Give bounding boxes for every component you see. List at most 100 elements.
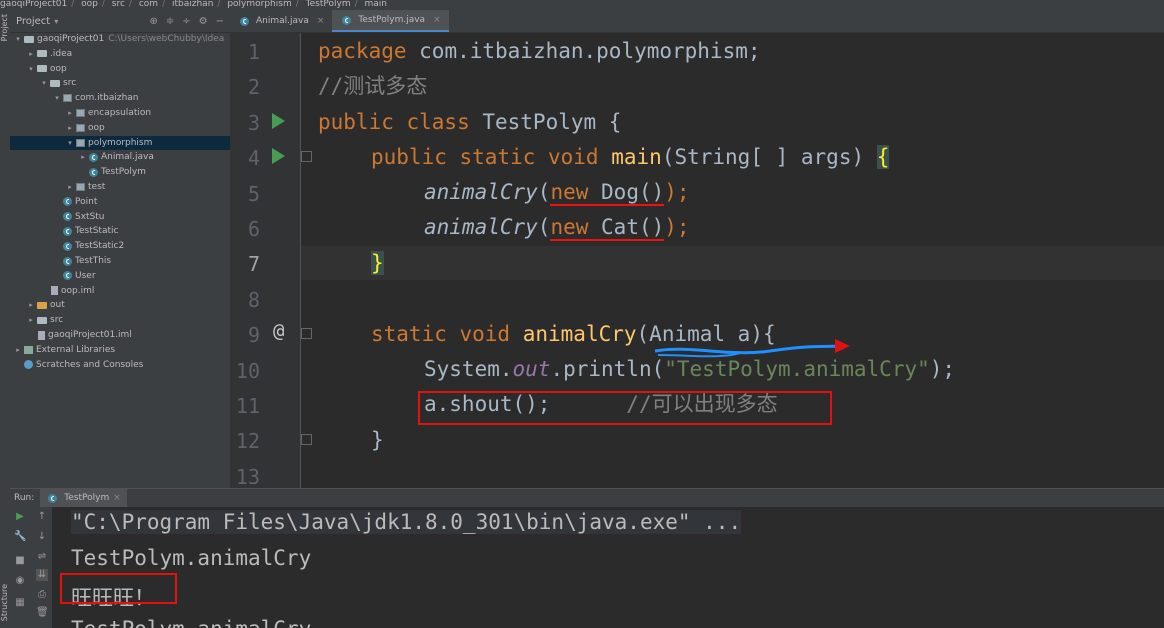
target-icon[interactable]: ⊕ — [149, 16, 157, 27]
breadcrumb-item[interactable]: TestPolym — [306, 0, 351, 9]
tree-item[interactable]: gaoqiProject01.iml — [10, 328, 230, 342]
chevron-right-icon[interactable]: ▸ — [27, 298, 35, 312]
line-number: 11 — [235, 394, 260, 418]
tree-item[interactable]: ▾ src — [10, 76, 230, 90]
minimize-icon[interactable]: − — [216, 16, 224, 27]
java-class-icon — [63, 226, 72, 236]
breadcrumb-item[interactable]: oop — [81, 0, 98, 9]
code-editor[interactable]: 1 2 3 4 5 6 7 8 9 10 11 12 13 @ package com.itbaizha… — [230, 33, 1164, 488]
package-icon — [63, 94, 72, 103]
tree-item[interactable]: TestPolym — [10, 165, 230, 179]
chevron-right-icon[interactable]: ▸ — [27, 313, 35, 327]
tree-item[interactable]: TestStatic2 — [10, 239, 230, 253]
chevron-down-icon[interactable]: ▾ — [27, 62, 35, 76]
tree-item[interactable]: ▸ .idea — [10, 47, 230, 61]
soft-wrap-icon[interactable]: ⇌ — [36, 551, 48, 563]
tree-item-label: External Libraries — [36, 344, 116, 355]
tree-item[interactable]: oop.iml — [10, 284, 230, 298]
chevron-right-icon[interactable]: ▸ — [66, 106, 74, 120]
line-number: 2 — [247, 75, 260, 100]
tree-item[interactable]: ▸ Animal.java — [10, 150, 230, 164]
tree-item[interactable]: ▸ test — [10, 180, 230, 194]
scroll-to-end-icon[interactable]: ⇊ — [36, 569, 48, 581]
wrench-icon[interactable]: 🔧 — [14, 531, 26, 543]
chevron-right-icon[interactable]: ▸ — [27, 47, 35, 61]
tree-item[interactable]: ▾ oop — [10, 62, 230, 76]
project-view-selector[interactable]: Project — [16, 16, 50, 27]
folder-icon — [37, 301, 47, 309]
red-annotation-box — [418, 391, 832, 425]
chevron-right-icon[interactable]: ▸ — [66, 121, 74, 135]
tree-item-label: gaoqiProject01.iml — [48, 330, 132, 340]
fold-marker-icon[interactable] — [301, 328, 312, 339]
tree-item-label: .idea — [50, 48, 73, 59]
print-icon[interactable]: ⎙ — [36, 589, 48, 601]
chevron-right-icon[interactable]: ▸ — [66, 180, 74, 194]
close-icon[interactable]: × — [113, 493, 121, 503]
run-main-icon[interactable] — [272, 148, 285, 164]
tree-item-label: TestThis — [75, 256, 112, 266]
tree-item[interactable]: ▾ gaoqiProject01 C:\Users\webChubby\Idea — [10, 32, 230, 46]
breadcrumb-item[interactable]: itbaizhan — [172, 0, 213, 9]
chevron-down-icon[interactable]: ▾ — [40, 76, 48, 90]
tree-item[interactable]: Point — [10, 195, 230, 209]
tree-item[interactable]: TestStatic — [10, 224, 230, 238]
trash-icon[interactable]: 🗑 — [36, 607, 49, 619]
expand-all-icon[interactable]: ÷ — [182, 16, 190, 27]
gear-icon[interactable]: ⚙ — [199, 16, 208, 27]
line-number: 4 — [247, 146, 260, 171]
java-class-icon — [342, 15, 352, 25]
tree-item-label: Scratches and Consoles — [36, 359, 144, 370]
close-icon[interactable]: × — [317, 16, 325, 26]
tree-item[interactable]: Scratches and Consoles — [10, 358, 230, 372]
structure-tool-button[interactable]: Structure — [0, 584, 10, 621]
tab-animal-java[interactable]: Animal.java × — [230, 10, 332, 32]
breadcrumb-item[interactable]: src — [112, 0, 125, 9]
tree-item[interactable]: User — [10, 269, 230, 283]
tree-item[interactable]: TestThis — [10, 254, 230, 268]
line-number: 10 — [235, 358, 260, 383]
run-tab[interactable]: TestPolym × — [40, 489, 127, 507]
rerun-icon[interactable]: ▶ — [14, 511, 26, 523]
close-icon[interactable]: × — [433, 15, 441, 25]
tree-item[interactable]: ▾ polymorphism — [10, 135, 230, 150]
override-marker-icon[interactable]: @ — [273, 320, 284, 342]
stop-icon[interactable]: ■ — [14, 555, 26, 567]
breadcrumb-item[interactable]: gaoqiProject01 — [0, 0, 67, 9]
chevron-down-icon[interactable]: ▾ — [14, 32, 22, 46]
breadcrumb-item[interactable]: main — [365, 0, 388, 9]
collapse-all-icon[interactable]: ≑ — [166, 16, 174, 27]
breadcrumb-item[interactable]: polymorphism — [227, 0, 291, 9]
down-arrow-icon[interactable]: ↓ — [36, 531, 48, 543]
chevron-down-icon[interactable]: ▾ — [54, 17, 58, 26]
tree-item[interactable]: SxtStu — [10, 210, 230, 224]
chevron-down-icon[interactable]: ▾ — [53, 91, 61, 105]
chevron-down-icon[interactable]: ▾ — [66, 136, 74, 150]
tree-item[interactable]: ▸ out — [10, 298, 230, 312]
run-console[interactable]: "C:\Program Files\Java\jdk1.8.0_301\bin\… — [52, 507, 1164, 628]
run-class-icon[interactable] — [272, 113, 285, 129]
line-number: 3 — [247, 110, 260, 135]
code-line-5: animalCry(new Dog()); — [424, 180, 690, 206]
tab-testpolym-java[interactable]: TestPolym.java × — [332, 10, 449, 32]
chevron-right-icon[interactable]: ▸ — [14, 343, 22, 357]
up-arrow-icon[interactable]: ↑ — [36, 511, 48, 523]
tree-item[interactable]: ▸ encapsulation — [10, 106, 230, 120]
tree-item[interactable]: ▸ src — [10, 313, 230, 327]
tree-item[interactable]: ▾ com.itbaizhan — [10, 91, 230, 105]
camera-icon[interactable]: ◉ — [14, 575, 26, 587]
tree-item-label: test — [88, 182, 106, 192]
tree-item[interactable]: ▸ oop — [10, 121, 230, 135]
tree-item-label: oop — [88, 122, 105, 133]
folder-icon — [24, 35, 34, 43]
chevron-right-icon[interactable]: ▸ — [79, 150, 87, 164]
project-tool-button[interactable]: Project — [0, 14, 10, 41]
fold-marker-icon[interactable] — [301, 151, 312, 162]
breadcrumb-item[interactable]: com — [139, 0, 158, 9]
folder-icon — [37, 50, 47, 58]
code-line-6: animalCry(new Cat()); — [424, 215, 690, 241]
tree-item[interactable]: ▸ External Libraries — [10, 343, 230, 357]
line-number: 1 — [247, 40, 260, 64]
layout-icon[interactable]: ▦ — [14, 597, 26, 609]
fold-marker-icon[interactable] — [301, 434, 312, 445]
